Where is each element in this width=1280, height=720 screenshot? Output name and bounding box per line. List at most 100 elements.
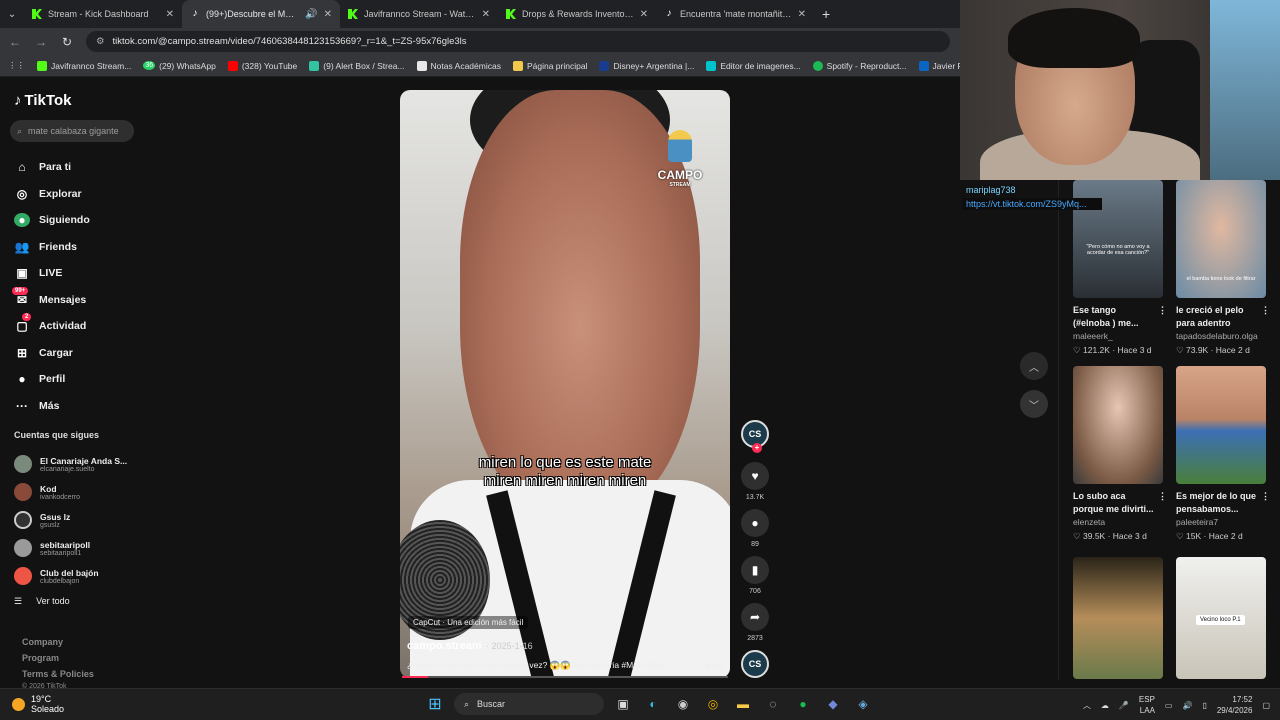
video-card[interactable]: Vecino loco P.1 <box>1176 557 1270 679</box>
more-icon[interactable]: ⋮ <box>1158 304 1167 330</box>
search-input[interactable]: ⌕ mate calabaza gigante <box>10 120 134 142</box>
cloud-icon[interactable]: ☁ <box>1101 701 1109 710</box>
next-video-button[interactable]: ﹀ <box>1020 390 1048 418</box>
footer-link[interactable]: Company <box>22 634 94 650</box>
task-view-icon[interactable]: ▣ <box>612 693 634 715</box>
sound-avatar[interactable]: CS <box>741 650 769 678</box>
author-avatar[interactable]: CS + <box>741 420 769 453</box>
bookmark-item[interactable]: Spotify - Reproduct... <box>812 60 907 71</box>
comment-button[interactable]: ● <box>741 509 769 537</box>
new-tab-icon[interactable]: + <box>814 0 838 28</box>
heart-icon: ♡ <box>1176 345 1184 355</box>
windows-start-icon[interactable]: ⊞ <box>424 693 446 715</box>
see-all-button[interactable]: ☰ Ver todo <box>14 596 70 607</box>
video-card[interactable]: el bamba tiene look de filtrar le creció… <box>1176 180 1270 356</box>
close-icon[interactable]: ✕ <box>482 9 490 20</box>
browser-tab[interactable]: Drops & Rewards Inventory - K... ✕ <box>498 0 656 28</box>
nav-item-live[interactable]: ▣ LIVE <box>14 260 90 287</box>
bookmark-item[interactable]: Editor de imagenes... <box>706 60 801 71</box>
like-button[interactable]: ♥ <box>741 462 769 490</box>
browser-tab-active[interactable]: ♪ (99+)Descubre el Mate Arte... 🔊 ✕ <box>182 0 340 28</box>
nav-item-friends[interactable]: 👥 Friends <box>14 234 90 261</box>
bookmark-item[interactable]: Disney+ Argentina |... <box>599 60 694 71</box>
chevron-up-icon[interactable]: ︿ <box>1083 700 1091 711</box>
nav-item-mensajes[interactable]: ✉ 99+ Mensajes <box>12 286 90 314</box>
nav-item-cargar[interactable]: ⊞ Cargar <box>14 340 90 367</box>
share-button[interactable]: ➦ <box>741 603 769 631</box>
following-item[interactable]: Gsus lz gsuslz <box>14 506 127 534</box>
bookmark-item[interactable]: (328) YouTube <box>227 60 297 71</box>
microphone-icon[interactable]: 🎤 <box>1119 701 1129 710</box>
more-button[interactable]: más <box>706 660 723 671</box>
following-item[interactable]: Kod ivankodcerro <box>14 478 127 506</box>
notification-icon[interactable]: ▢ <box>1262 701 1270 710</box>
close-icon[interactable]: ✕ <box>324 9 332 20</box>
footer-link[interactable]: Program <box>22 650 94 666</box>
taskbar-search[interactable]: ⌕ Buscar <box>454 693 604 715</box>
apps-icon[interactable]: ⋮⋮ <box>8 60 25 71</box>
browser-tab[interactable]: ♪ Encuentra 'mate montañita rar... ✕ <box>656 0 814 28</box>
speaker-icon[interactable]: 🔊 <box>305 9 317 20</box>
back-icon[interactable]: ← <box>8 35 22 49</box>
bookmark-item[interactable]: Javier Franco | Linke... <box>918 60 960 71</box>
bookmark-item[interactable]: Javifrannco Stream... <box>37 60 131 71</box>
browser-tab[interactable]: Stream - Kick Dashboard ✕ <box>24 0 182 28</box>
more-icon[interactable]: ⋮ <box>1261 304 1270 330</box>
video-card[interactable] <box>1073 557 1167 679</box>
previous-video-button[interactable]: ︿ <box>1020 352 1048 380</box>
save-button[interactable]: ▮ <box>741 556 769 584</box>
spotify-icon[interactable]: ● <box>792 693 814 715</box>
video-player[interactable]: CAMPO STREAM miren lo que es este mate m… <box>400 90 730 678</box>
following-item[interactable]: El Canariaje Anda S... elcanariaje.suelto <box>14 450 127 478</box>
close-icon[interactable]: ✕ <box>798 9 806 20</box>
weather-widget[interactable]: 19°C Soleado <box>12 694 64 714</box>
nav-item-para-ti[interactable]: ⌂ Para ti <box>14 154 90 181</box>
nav-label: Cargar <box>39 346 73 359</box>
video-card[interactable]: Es mejor de lo que pensabamos... ⋮ paleete… <box>1176 366 1270 542</box>
nav-item-actividad[interactable]: ▢ 2 Actividad <box>14 313 90 340</box>
bookmark-item[interactable]: Notas Académicas <box>416 60 501 71</box>
app-icon[interactable]: ◈ <box>852 693 874 715</box>
close-icon[interactable]: ✕ <box>166 9 174 20</box>
url-field[interactable]: ⚙ tiktok.com/@campo.stream/video/7460638… <box>86 31 950 52</box>
nav-item-perfil[interactable]: ● Perfil <box>14 366 90 393</box>
close-icon[interactable]: ✕ <box>640 9 648 20</box>
follow-plus-icon[interactable]: + <box>752 443 762 453</box>
obs-icon[interactable]: ◌ <box>762 693 784 715</box>
card-author[interactable]: maleeerk_ <box>1073 331 1167 341</box>
following-item[interactable]: Club del bajón clubdelbajon <box>14 562 127 590</box>
bookmark-item[interactable]: 36 (29) WhatsApp <box>143 61 216 71</box>
steam-icon[interactable]: ◉ <box>672 693 694 715</box>
more-icon[interactable]: ⋮ <box>1158 490 1167 516</box>
card-author[interactable]: paleeteira7 <box>1176 517 1270 527</box>
tiktok-logo[interactable]: ♪ TikTok <box>14 92 71 109</box>
video-card[interactable]: Lo subo aca porque me divirti... ⋮ elenzet… <box>1073 366 1167 542</box>
site-info-icon[interactable]: ⚙ <box>96 36 105 47</box>
capcut-badge[interactable]: CapCut · Una edición más fácil <box>408 616 529 629</box>
following-item[interactable]: sebitaaripoll sebitaaripoll1 <box>14 534 127 562</box>
edge-icon[interactable]: ◐ <box>642 693 664 715</box>
bookmark-item[interactable]: (9) Alert Box / Strea... <box>309 60 405 71</box>
footer-link[interactable]: Terms & Policies <box>22 666 94 682</box>
video-author[interactable]: campo.stream <box>407 640 482 652</box>
more-icon[interactable]: ⋮ <box>1261 490 1270 516</box>
bookmark-item[interactable]: Página principal <box>512 60 587 71</box>
battery-icon[interactable]: ▯ <box>1202 701 1206 710</box>
language-indicator[interactable]: ESP LAA <box>1139 694 1155 716</box>
volume-icon[interactable]: 🔊 <box>1182 701 1192 710</box>
network-icon[interactable]: ▭ <box>1165 701 1173 710</box>
file-explorer-icon[interactable]: ▬ <box>732 693 754 715</box>
clock[interactable]: 17:52 29/4/2026 <box>1217 694 1253 716</box>
reload-icon[interactable]: ↻ <box>60 35 74 49</box>
chrome-icon[interactable]: ◎ <box>702 693 724 715</box>
video-progress-bar[interactable] <box>402 676 728 678</box>
forward-icon[interactable]: → <box>34 35 48 49</box>
nav-item-siguiendo[interactable]: ● Siguiendo <box>14 207 90 234</box>
card-author[interactable]: elenzeta <box>1073 517 1167 527</box>
nav-item-explorar[interactable]: ◎ Explorar <box>14 181 90 208</box>
discord-icon[interactable]: ◆ <box>822 693 844 715</box>
tab-search-icon[interactable]: ⌄ <box>0 0 24 28</box>
card-author[interactable]: tapadosdelaburo.olga <box>1176 331 1270 341</box>
nav-item-mas[interactable]: ··· Más <box>14 393 90 420</box>
browser-tab[interactable]: Javifrannco Stream - Watch Live... ✕ <box>340 0 498 28</box>
